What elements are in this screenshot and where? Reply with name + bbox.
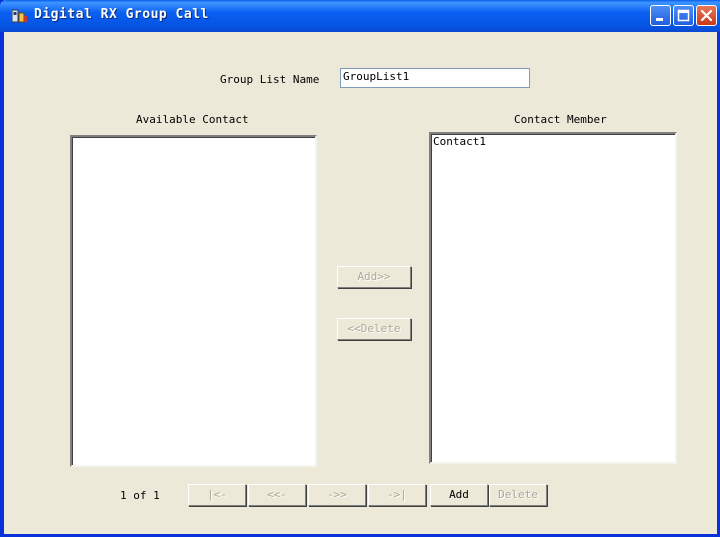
close-icon bbox=[700, 9, 713, 22]
minimize-button[interactable] bbox=[650, 5, 671, 26]
maximize-icon bbox=[677, 9, 690, 22]
prev-page-button[interactable]: <<- bbox=[248, 484, 306, 506]
dialog-window: Digital RX Group Call Group List Name Gr… bbox=[0, 0, 720, 537]
list-item-contact1[interactable]: Contact1 bbox=[433, 135, 486, 148]
delete-from-members-button[interactable]: <<Delete bbox=[337, 318, 411, 340]
app-icon bbox=[11, 9, 28, 23]
close-button[interactable] bbox=[696, 5, 717, 26]
available-contact-header: Available Contact bbox=[136, 113, 249, 126]
page-indicator: 1 of 1 bbox=[120, 489, 160, 502]
first-page-button[interactable]: |<- bbox=[188, 484, 246, 506]
group-list-name-input[interactable]: GroupList1 bbox=[340, 68, 530, 88]
next-page-button[interactable]: ->> bbox=[308, 484, 366, 506]
add-to-members-button[interactable]: Add>> bbox=[337, 266, 411, 288]
group-list-name-label: Group List Name bbox=[220, 73, 320, 86]
contact-member-list[interactable]: Contact1 bbox=[429, 132, 677, 464]
maximize-button[interactable] bbox=[673, 5, 694, 26]
contact-member-header: Contact Member bbox=[514, 113, 607, 126]
add-contact-button[interactable]: Add bbox=[430, 484, 488, 506]
window-title: Digital RX Group Call bbox=[34, 7, 209, 22]
minimize-icon bbox=[656, 18, 663, 21]
title-bar[interactable]: Digital RX Group Call bbox=[0, 0, 720, 32]
available-contact-list[interactable] bbox=[70, 135, 317, 467]
delete-contact-button[interactable]: Delete bbox=[489, 484, 547, 506]
last-page-button[interactable]: ->| bbox=[368, 484, 426, 506]
